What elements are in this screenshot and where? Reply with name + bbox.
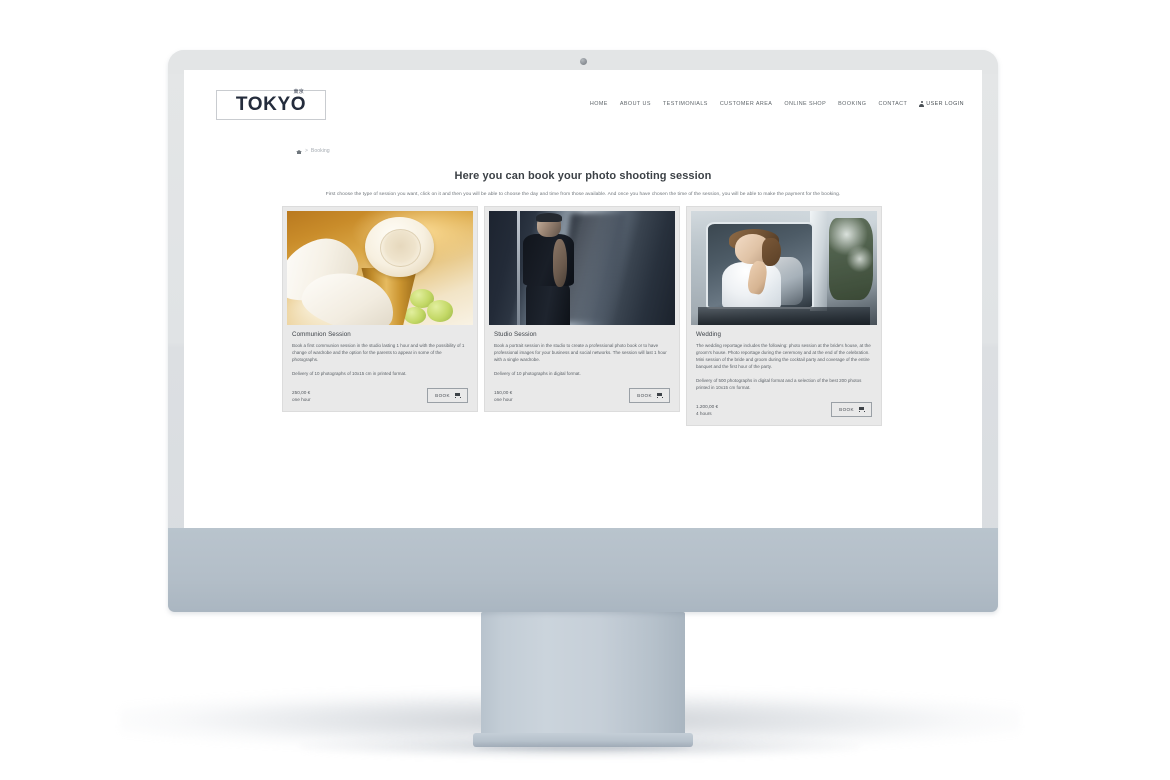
logo-japanese-text: 東京 xyxy=(293,89,305,95)
session-card-title: Studio Session xyxy=(494,331,537,338)
session-card-price: 250,00 € xyxy=(292,389,311,395)
scene: TOKYO 東京 HOME ABOUT US TESTIMONIALS CUST… xyxy=(0,0,1170,780)
session-card-description: The wedding reportage includes the follo… xyxy=(696,343,871,369)
breadcrumb: > Booking xyxy=(296,148,330,155)
screen: TOKYO 東京 HOME ABOUT US TESTIMONIALS CUST… xyxy=(184,70,982,528)
main-navigation: HOME ABOUT US TESTIMONIALS CUSTOMER AREA… xyxy=(590,101,964,107)
page-subtitle: First choose the type of session you wan… xyxy=(325,192,841,197)
shopping-cart-icon xyxy=(454,392,462,399)
monitor-stand-neck xyxy=(481,612,685,740)
session-card-price-block: 250,00 € one hour xyxy=(292,389,311,403)
session-card-footer: 250,00 € one hour BOOK xyxy=(287,378,473,405)
session-card-price: 150,00 € xyxy=(494,389,513,395)
webcam-icon xyxy=(579,58,587,65)
session-card-delivery: Delivery of 10 photographs in digital fo… xyxy=(494,370,581,376)
monitor-frame: TOKYO 東京 HOME ABOUT US TESTIMONIALS CUST… xyxy=(168,50,998,612)
nav-item-customer-area[interactable]: CUSTOMER AREA xyxy=(720,101,772,107)
session-card-duration: one hour xyxy=(292,396,311,402)
session-card-price-block: 150,00 € one hour xyxy=(494,389,513,403)
monitor-chin xyxy=(168,528,998,612)
nav-item-about-us[interactable]: ABOUT US xyxy=(620,101,651,107)
nav-item-online-shop[interactable]: ONLINE SHOP xyxy=(784,101,826,107)
logo-text: TOKYO xyxy=(235,94,307,115)
session-card-duration: one hour xyxy=(494,396,513,402)
session-card-title: Wedding xyxy=(696,331,722,338)
session-card-delivery: Delivery of 10 photographs of 10x15 cm i… xyxy=(292,370,407,376)
session-card-footer: 1.200,00 € 4 hours BOOK xyxy=(691,392,877,419)
nav-item-user-login-label: USER LOGIN xyxy=(926,101,964,107)
nav-item-testimonials[interactable]: TESTIMONIALS xyxy=(663,101,708,107)
session-card-title: Communion Session xyxy=(292,331,351,338)
session-card-image-communion xyxy=(287,211,473,325)
monitor-stand-base xyxy=(473,733,693,747)
book-button-wedding[interactable]: BOOK xyxy=(831,401,872,417)
book-button-label: BOOK xyxy=(637,392,652,398)
nav-item-booking[interactable]: BOOKING xyxy=(838,101,866,107)
session-card-price: 1.200,00 € xyxy=(696,403,719,409)
nav-item-user-login[interactable]: USER LOGIN xyxy=(919,101,964,107)
book-button-label: BOOK xyxy=(839,406,854,412)
session-card-wedding[interactable]: Wedding The wedding reportage includes t… xyxy=(686,206,882,426)
nav-item-home[interactable]: HOME xyxy=(590,101,608,107)
site-header: TOKYO 東京 HOME ABOUT US TESTIMONIALS CUST… xyxy=(184,70,982,120)
home-icon[interactable] xyxy=(296,148,302,155)
book-button-label: BOOK xyxy=(435,392,450,398)
session-cards: Communion Session Book a first communion… xyxy=(282,206,884,426)
page-title: Here you can book your photo shooting se… xyxy=(454,170,712,182)
shopping-cart-icon xyxy=(858,406,866,413)
session-card-communion[interactable]: Communion Session Book a first communion… xyxy=(282,206,478,412)
site-logo[interactable]: TOKYO 東京 xyxy=(216,89,326,120)
session-card-description: Book a portrait session in the studio to… xyxy=(494,343,667,362)
breadcrumb-separator: > xyxy=(305,148,308,154)
session-card-delivery: Delivery of 500 photographs in digital f… xyxy=(696,377,862,390)
session-card-price-block: 1.200,00 € 4 hours xyxy=(696,403,718,417)
user-icon xyxy=(919,101,925,107)
session-card-studio[interactable]: Studio Session Book a portrait session i… xyxy=(484,206,680,412)
session-card-duration: 4 hours xyxy=(696,410,712,416)
breadcrumb-current: Booking xyxy=(310,148,330,154)
session-card-footer: 150,00 € one hour BOOK xyxy=(489,378,675,405)
session-card-image-wedding xyxy=(691,211,877,325)
book-button-communion[interactable]: BOOK xyxy=(427,387,468,403)
book-button-studio[interactable]: BOOK xyxy=(629,387,670,403)
session-card-description: Book a first communion session in the st… xyxy=(292,343,465,362)
shopping-cart-icon xyxy=(656,392,664,399)
session-card-image-studio xyxy=(489,211,675,325)
nav-item-contact[interactable]: CONTACT xyxy=(878,101,907,107)
